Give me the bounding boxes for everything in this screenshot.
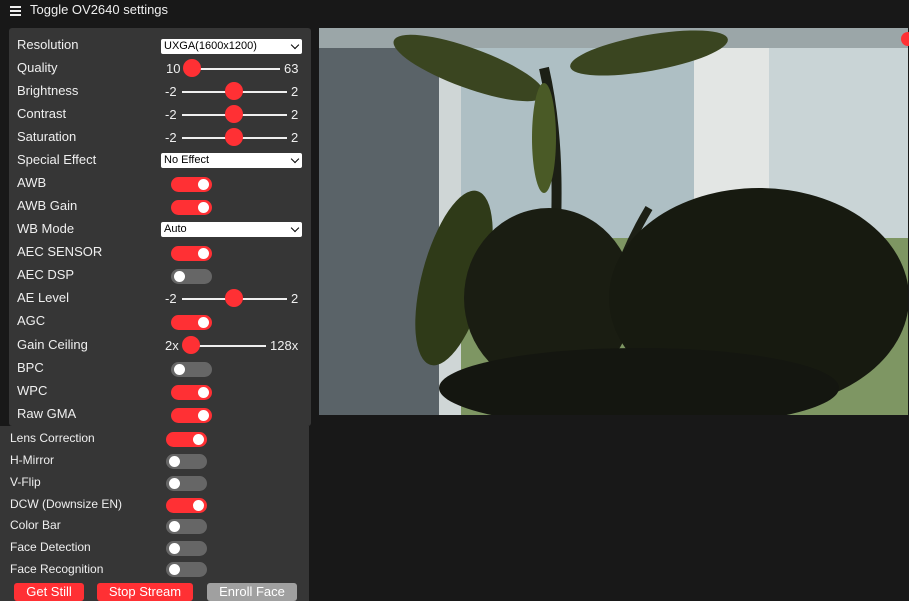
aec-dsp-toggle[interactable] — [171, 269, 212, 284]
close-icon[interactable] — [901, 32, 909, 46]
toggle-knob — [198, 248, 209, 259]
top-bar: Toggle OV2640 settings — [0, 0, 909, 28]
chevron-down-icon — [290, 223, 300, 233]
contrast-label: Contrast — [17, 106, 67, 121]
resolution-label: Resolution — [17, 37, 79, 52]
toggle-knob — [174, 364, 185, 375]
toggle-knob — [193, 500, 204, 511]
ae-level-slider-thumb[interactable] — [225, 289, 243, 307]
saturation-min: -2 — [165, 130, 177, 145]
contrast-slider-thumb[interactable] — [225, 105, 243, 123]
face-recognition-label: Face Recognition — [10, 562, 104, 576]
enroll-face-button[interactable]: Enroll Face — [207, 583, 297, 601]
special-effect-select[interactable]: No Effect — [161, 153, 302, 168]
brightness-max: 2 — [291, 84, 299, 99]
h-mirror-toggle[interactable] — [166, 454, 207, 469]
face-recognition-toggle[interactable] — [166, 562, 207, 577]
bpc-toggle[interactable] — [171, 362, 212, 377]
toggle-knob — [198, 387, 209, 398]
awb-toggle[interactable] — [171, 177, 212, 192]
camera-stream-scene — [319, 28, 908, 415]
brightness-label: Brightness — [17, 83, 79, 98]
v-flip-toggle[interactable] — [166, 476, 207, 491]
wb-mode-select-value: Auto — [164, 223, 187, 235]
dcw-label: DCW (Downsize EN) — [10, 497, 123, 511]
resolution-select[interactable]: UXGA(1600x1200) — [161, 39, 302, 54]
aec-sensor-label: AEC SENSOR — [17, 244, 103, 259]
toggle-knob — [198, 410, 209, 421]
toggle-knob — [169, 543, 180, 554]
saturation-max: 2 — [291, 130, 299, 145]
v-flip-label: V-Flip — [10, 475, 41, 489]
toggle-knob — [174, 271, 185, 282]
get-still-button[interactable]: Get Still — [14, 583, 84, 601]
saturation-slider-thumb[interactable] — [225, 128, 243, 146]
toggle-knob — [169, 478, 180, 489]
wpc-toggle[interactable] — [171, 385, 212, 400]
ae-level-min: -2 — [165, 291, 177, 306]
special-effect-select-value: No Effect — [164, 154, 210, 166]
face-detection-toggle[interactable] — [166, 541, 207, 556]
gain-ceiling-label: Gain Ceiling — [17, 337, 88, 352]
chevron-down-icon — [290, 154, 300, 164]
toggle-settings-label[interactable]: Toggle OV2640 settings — [30, 2, 168, 17]
gain-ceiling-min: 2x — [165, 338, 179, 353]
gain-ceiling-max: 128x — [270, 338, 299, 353]
color-bar-toggle[interactable] — [166, 519, 207, 534]
toggle-knob — [169, 521, 180, 532]
hamburger-menu-icon[interactable] — [10, 6, 21, 16]
plant-leaf — [532, 83, 556, 193]
dcw-toggle[interactable] — [166, 498, 207, 513]
quality-label: Quality — [17, 60, 58, 75]
agc-label: AGC — [17, 313, 46, 328]
aec-sensor-toggle[interactable] — [171, 246, 212, 261]
bpc-label: BPC — [17, 360, 44, 375]
awb-gain-label: AWB Gain — [17, 198, 78, 213]
raw-gma-label: Raw GMA — [17, 406, 77, 421]
quality-min: 10 — [166, 61, 181, 76]
wb-mode-select[interactable]: Auto — [161, 222, 302, 237]
toggle-knob — [169, 564, 180, 575]
awb-label: AWB — [17, 175, 47, 190]
contrast-min: -2 — [165, 107, 177, 122]
awb-gain-toggle[interactable] — [171, 200, 212, 215]
saturation-label: Saturation — [17, 129, 77, 144]
ae-level-label: AE Level — [17, 290, 70, 305]
h-mirror-label: H-Mirror — [10, 453, 54, 467]
ae-level-max: 2 — [291, 291, 299, 306]
lens-correction-label: Lens Correction — [10, 431, 95, 445]
color-bar-label: Color Bar — [10, 518, 61, 532]
toggle-knob — [169, 456, 180, 467]
toggle-knob — [198, 202, 209, 213]
camera-stream-image — [319, 28, 908, 415]
contrast-max: 2 — [291, 107, 299, 122]
chevron-down-icon — [290, 40, 300, 50]
agc-toggle[interactable] — [171, 315, 212, 330]
lens-correction-toggle[interactable] — [166, 432, 207, 447]
stop-stream-button[interactable]: Stop Stream — [97, 583, 193, 601]
resolution-select-value: UXGA(1600x1200) — [164, 40, 257, 52]
aec-dsp-label: AEC DSP — [17, 267, 75, 282]
wb-mode-label: WB Mode — [17, 221, 75, 236]
brightness-min: -2 — [165, 84, 177, 99]
quality-max: 63 — [284, 61, 299, 76]
brightness-slider-thumb[interactable] — [225, 82, 243, 100]
toggle-knob — [198, 179, 209, 190]
quality-slider-thumb[interactable] — [183, 59, 201, 77]
toggle-knob — [198, 317, 209, 328]
special-effect-label: Special Effect — [17, 152, 97, 167]
gain-ceiling-slider-thumb[interactable] — [182, 336, 200, 354]
face-detection-label: Face Detection — [10, 540, 91, 554]
wpc-label: WPC — [17, 383, 48, 398]
raw-gma-toggle[interactable] — [171, 408, 212, 423]
toggle-knob — [193, 434, 204, 445]
